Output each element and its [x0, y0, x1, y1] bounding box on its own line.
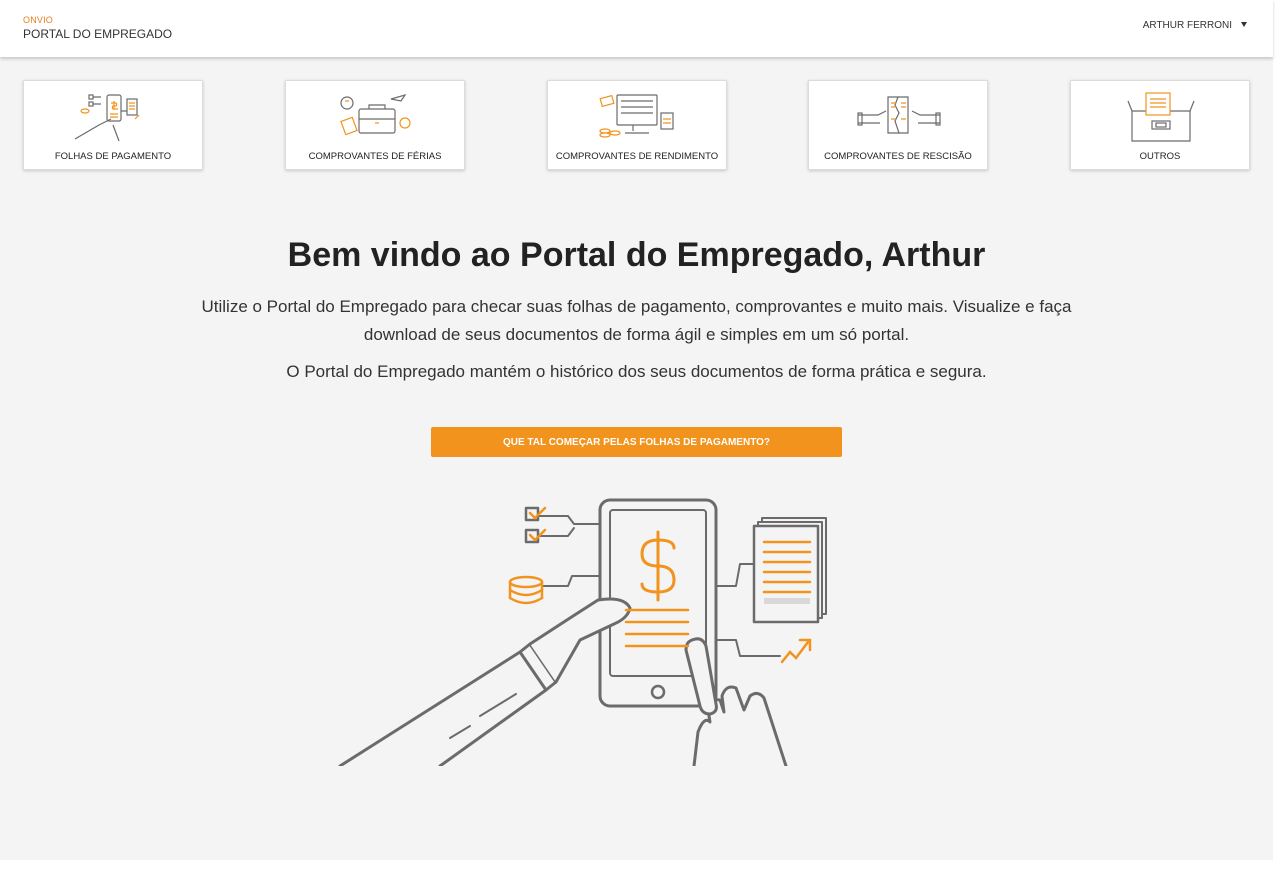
vacation-icon	[340, 93, 411, 136]
scrollbar-track[interactable]	[1273, 0, 1280, 876]
termination-icon	[857, 96, 941, 134]
card-comprovantes-de-ferias[interactable]: COMPROVANTES DE FÉRIAS	[285, 80, 465, 170]
user-menu[interactable]: ARTHUR FERRONI	[1143, 20, 1247, 31]
card-comprovantes-de-rescisao[interactable]: COMPROVANTES DE RESCISÃO	[808, 80, 988, 170]
payroll-illustration	[338, 498, 827, 766]
card-folhas-de-pagamento[interactable]: FOLHAS DE PAGAMENTO	[23, 80, 203, 170]
intro-text: Utilize o Portal do Empregado para checa…	[201, 297, 1072, 344]
payroll-icon	[74, 94, 140, 142]
document-category-cards: FOLHAS DE PAGAMENTO COMPROVANTES DE FÉRI…	[0, 80, 1273, 170]
income-icon	[599, 94, 674, 138]
start-payroll-button[interactable]: QUE TAL COMEÇAR PELAS FOLHAS DE PAGAMENT…	[431, 427, 842, 457]
app-header: ONVIO PORTAL DO EMPREGADO ARTHUR FERRONI	[0, 0, 1273, 57]
footer-strip	[0, 860, 1280, 876]
card-label: COMPROVANTES DE RENDIMENTO	[555, 151, 719, 162]
app-title: PORTAL DO EMPREGADO	[23, 27, 173, 41]
brand-logo-text: ONVIO	[23, 15, 54, 25]
card-label: OUTROS	[1139, 151, 1181, 162]
card-label: FOLHAS DE PAGAMENTO	[54, 151, 172, 162]
caret-down-icon	[1241, 22, 1247, 27]
others-icon	[1127, 92, 1195, 142]
welcome-heading: Bem vindo ao Portal do Empregado, Arthur	[287, 236, 986, 274]
card-label: COMPROVANTES DE FÉRIAS	[308, 151, 442, 162]
history-text: O Portal do Empregado mantém o histórico…	[286, 362, 987, 381]
user-name: ARTHUR FERRONI	[1142, 20, 1232, 31]
brand[interactable]: ONVIO PORTAL DO EMPREGADO	[23, 15, 172, 42]
card-outros[interactable]: OUTROS	[1070, 80, 1250, 170]
card-label: COMPROVANTES DE RESCISÃO	[824, 151, 972, 162]
card-comprovantes-de-rendimento[interactable]: COMPROVANTES DE RENDIMENTO	[547, 80, 727, 170]
